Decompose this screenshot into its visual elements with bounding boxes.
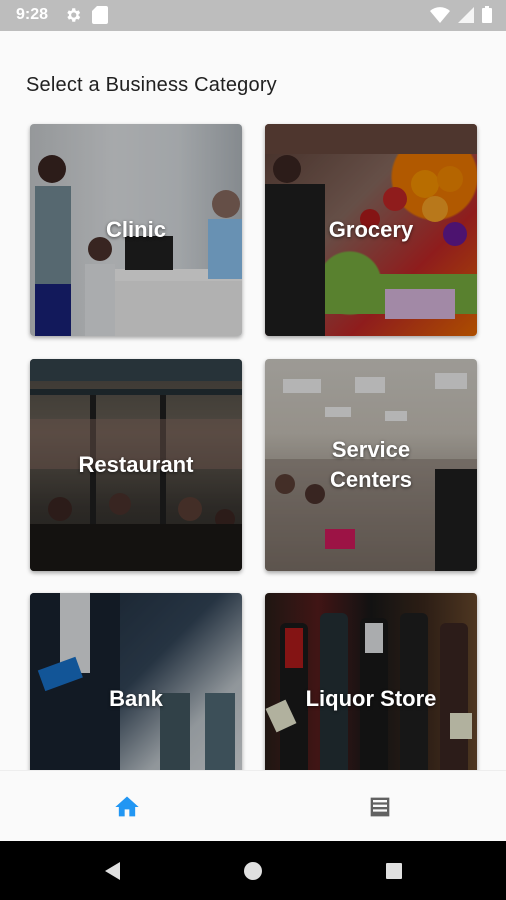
category-label-grocery: Grocery	[328, 217, 414, 242]
list-icon	[370, 797, 390, 817]
category-label-restaurant: Restaurant	[78, 452, 194, 477]
category-card-clinic[interactable]: Clinic	[30, 124, 242, 336]
system-recents-button[interactable]	[382, 859, 406, 883]
system-home-button[interactable]	[241, 859, 265, 883]
category-grid: Clinic Grocery Restaurant Service Center…	[0, 0, 506, 770]
category-card-grocery[interactable]: Grocery	[265, 124, 477, 336]
category-card-bank[interactable]: Bank	[30, 593, 242, 770]
category-card-restaurant[interactable]: Restaurant	[30, 359, 242, 571]
back-triangle-icon	[105, 862, 120, 880]
recents-square-icon	[386, 863, 402, 879]
system-back-button[interactable]	[100, 859, 124, 883]
category-label-clinic: Clinic	[106, 217, 166, 242]
category-card-service-centers[interactable]: Service Centers	[265, 359, 477, 571]
category-label-bank: Bank	[109, 686, 163, 711]
home-icon	[115, 796, 139, 817]
system-navigation-bar	[0, 841, 506, 900]
category-card-liquor-store[interactable]: Liquor Store	[265, 593, 477, 770]
nav-home-button[interactable]	[113, 793, 141, 821]
bottom-navigation	[0, 770, 506, 842]
home-circle-icon	[244, 862, 262, 880]
nav-list-button[interactable]	[366, 793, 394, 821]
category-label-service-centers: Service Centers	[330, 437, 412, 492]
category-label-liquor-store: Liquor Store	[305, 686, 437, 711]
bank-overlay	[30, 593, 242, 770]
liquor-store-overlay	[265, 593, 477, 770]
